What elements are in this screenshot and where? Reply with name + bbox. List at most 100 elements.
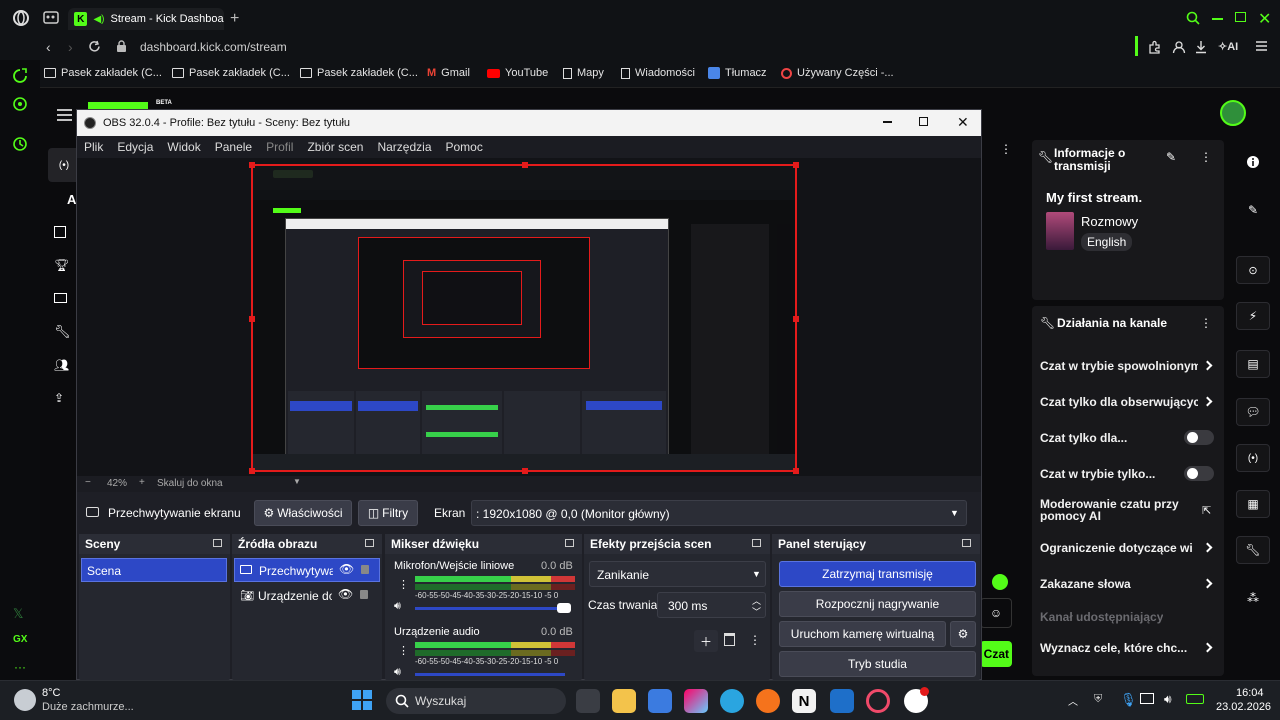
handle-bottom-right[interactable]: [793, 468, 799, 474]
volume-slider-handle[interactable]: [557, 603, 571, 613]
twitter-icon[interactable]: 𝕏: [13, 606, 23, 622]
dock-undock-icon[interactable]: [752, 539, 761, 547]
clock-date[interactable]: 23.02.2026: [1216, 701, 1271, 713]
bookmark-folder-2[interactable]: Pasek zakładek (C...: [172, 67, 290, 79]
virtual-camera-button[interactable]: Uruchom kamerę wirtualną: [779, 621, 946, 647]
dock-undock-icon[interactable]: [365, 539, 374, 547]
nav-video-icon[interactable]: [54, 293, 67, 303]
kebab-menu-icon[interactable]: ⋮: [1200, 316, 1212, 330]
maximize-icon[interactable]: [919, 117, 928, 126]
nav-users-icon[interactable]: 👥︎: [54, 358, 69, 372]
gear-icon[interactable]: ⚙: [950, 621, 976, 647]
weather-temp[interactable]: 8°C: [42, 687, 60, 699]
transition-select[interactable]: Zanikanie ▼: [589, 561, 766, 587]
download-icon[interactable]: [1194, 40, 1208, 54]
action-chat-mode-only[interactable]: Czat w trybie tylko...: [1040, 464, 1224, 484]
bookmark-maps[interactable]: Mapy: [563, 67, 604, 79]
firefox-icon[interactable]: [756, 689, 780, 713]
obs-preview[interactable]: [77, 158, 981, 482]
action-restrictions[interactable]: Ograniczenie dotyczące wi: [1040, 538, 1224, 558]
back-icon[interactable]: ‹: [46, 39, 51, 55]
lock-icon[interactable]: [361, 565, 369, 574]
layout-icon[interactable]: ▦: [1236, 490, 1270, 518]
dock-undock-icon[interactable]: [565, 539, 574, 547]
maximize-icon[interactable]: [1235, 12, 1246, 22]
outlook-icon[interactable]: [830, 689, 854, 713]
microphone-icon[interactable]: 🎙︎: [1120, 692, 1137, 708]
source-item[interactable]: 📷︎ Urządzenie do 👁︎: [234, 584, 380, 608]
account-icon[interactable]: [1172, 40, 1186, 54]
nav-trophy-icon[interactable]: 🏆︎: [54, 258, 69, 272]
new-tab-button[interactable]: +: [230, 10, 239, 28]
handle-top[interactable]: [522, 162, 528, 168]
start-recording-button[interactable]: Rozpocznij nagrywanie: [779, 591, 976, 617]
filters-button[interactable]: ◫ Filtry: [358, 500, 418, 526]
chevron-down-icon[interactable]: ﹀: [752, 605, 761, 618]
ai-button[interactable]: ✧AI: [1218, 40, 1238, 53]
trash-icon[interactable]: [724, 633, 735, 646]
emote-icon[interactable]: [992, 574, 1008, 590]
lock-icon[interactable]: [360, 590, 368, 599]
history-icon[interactable]: [12, 136, 28, 152]
menu-view[interactable]: Widok: [160, 140, 207, 154]
eye-icon[interactable]: 👁︎: [339, 562, 354, 576]
toggle-switch[interactable]: [1184, 430, 1214, 445]
opera-logo-icon[interactable]: [12, 9, 30, 27]
url-text[interactable]: dashboard.kick.com/stream: [140, 40, 287, 54]
close-icon[interactable]: ✕: [957, 114, 969, 131]
volume-slider[interactable]: [415, 673, 565, 676]
edge-icon[interactable]: [720, 689, 744, 713]
notion-icon[interactable]: N: [792, 689, 816, 713]
handle-top-left[interactable]: [249, 162, 255, 168]
kebab-menu-icon[interactable]: ⋮: [749, 633, 761, 647]
taskbar-search[interactable]: Wyszukaj: [386, 688, 566, 714]
action-ai-moderation[interactable]: Moderowanie czatu przy pomocy AI ⇱: [1040, 498, 1224, 528]
ai-assistant-icon[interactable]: [12, 68, 28, 84]
source-item[interactable]: Przechwytywa 👁︎: [234, 558, 380, 582]
tray-chevron-icon[interactable]: ︿: [1068, 693, 1078, 708]
bookmark-folder-3[interactable]: Pasek zakładek (C...: [300, 67, 418, 79]
nav-upload-icon[interactable]: ⇪: [54, 391, 64, 405]
add-transition-button[interactable]: ＋: [694, 630, 718, 652]
tools-icon[interactable]: 🔧︎: [1236, 536, 1270, 564]
bookmark-folder-1[interactable]: Pasek zakładek (C...: [44, 67, 162, 79]
nodes-icon[interactable]: ⁂: [1236, 584, 1270, 612]
volume-icon[interactable]: 🔊︎: [1164, 692, 1172, 707]
tab-islands-icon[interactable]: [43, 11, 59, 25]
handle-bottom-left[interactable]: [249, 468, 255, 474]
volume-slider[interactable]: [415, 607, 565, 610]
stop-stream-button[interactable]: Zatrzymaj transmisję: [779, 561, 976, 587]
handle-right[interactable]: [793, 316, 799, 322]
gx-control-icon[interactable]: [12, 96, 28, 112]
extensions-icon[interactable]: [1148, 40, 1162, 54]
emoji-button[interactable]: ☺: [980, 598, 1012, 628]
store-icon[interactable]: [648, 689, 672, 713]
more-icon[interactable]: ···: [14, 660, 26, 674]
info-icon[interactable]: [1236, 148, 1270, 176]
chevron-down-icon[interactable]: ▼: [293, 477, 301, 486]
notes-icon[interactable]: ▤: [1236, 350, 1270, 378]
kebab-menu-icon[interactable]: ⋮: [1200, 150, 1212, 164]
speaker-icon[interactable]: ◀): [93, 14, 104, 25]
edit-icon[interactable]: ✎: [1166, 150, 1176, 164]
menu-scene-collection[interactable]: Zbiór scen: [300, 140, 370, 154]
reload-icon[interactable]: [88, 40, 101, 53]
menu-tools[interactable]: Narzędzia: [370, 140, 438, 154]
tab-kick-dashboard[interactable]: K ◀) Stream - Kick Dashboard: [68, 8, 224, 30]
chat-bubble-icon[interactable]: 💬︎: [1236, 398, 1270, 426]
handle-top-right[interactable]: [793, 162, 799, 168]
minimize-icon[interactable]: [883, 121, 892, 123]
dock-undock-icon[interactable]: [213, 539, 222, 547]
start-icon[interactable]: [352, 690, 372, 710]
bookmark-parts[interactable]: Używany Części -...: [781, 67, 894, 79]
volume-icon[interactable]: 🔊︎: [394, 666, 401, 679]
nav-analytics-icon[interactable]: [54, 226, 66, 238]
close-icon[interactable]: ✕: [1258, 9, 1271, 29]
bookmark-news[interactable]: Wiadomości: [621, 67, 695, 79]
zoom-out-button[interactable]: −: [85, 477, 91, 488]
menu-help[interactable]: Pomoc: [439, 140, 490, 154]
minimize-icon[interactable]: [1212, 18, 1223, 20]
action-followers-only[interactable]: Czat tylko dla obserwujących: [1040, 392, 1224, 412]
bookmark-translate[interactable]: Tłumacz: [708, 67, 767, 79]
action-banned-words[interactable]: Zakazane słowa: [1040, 574, 1224, 594]
